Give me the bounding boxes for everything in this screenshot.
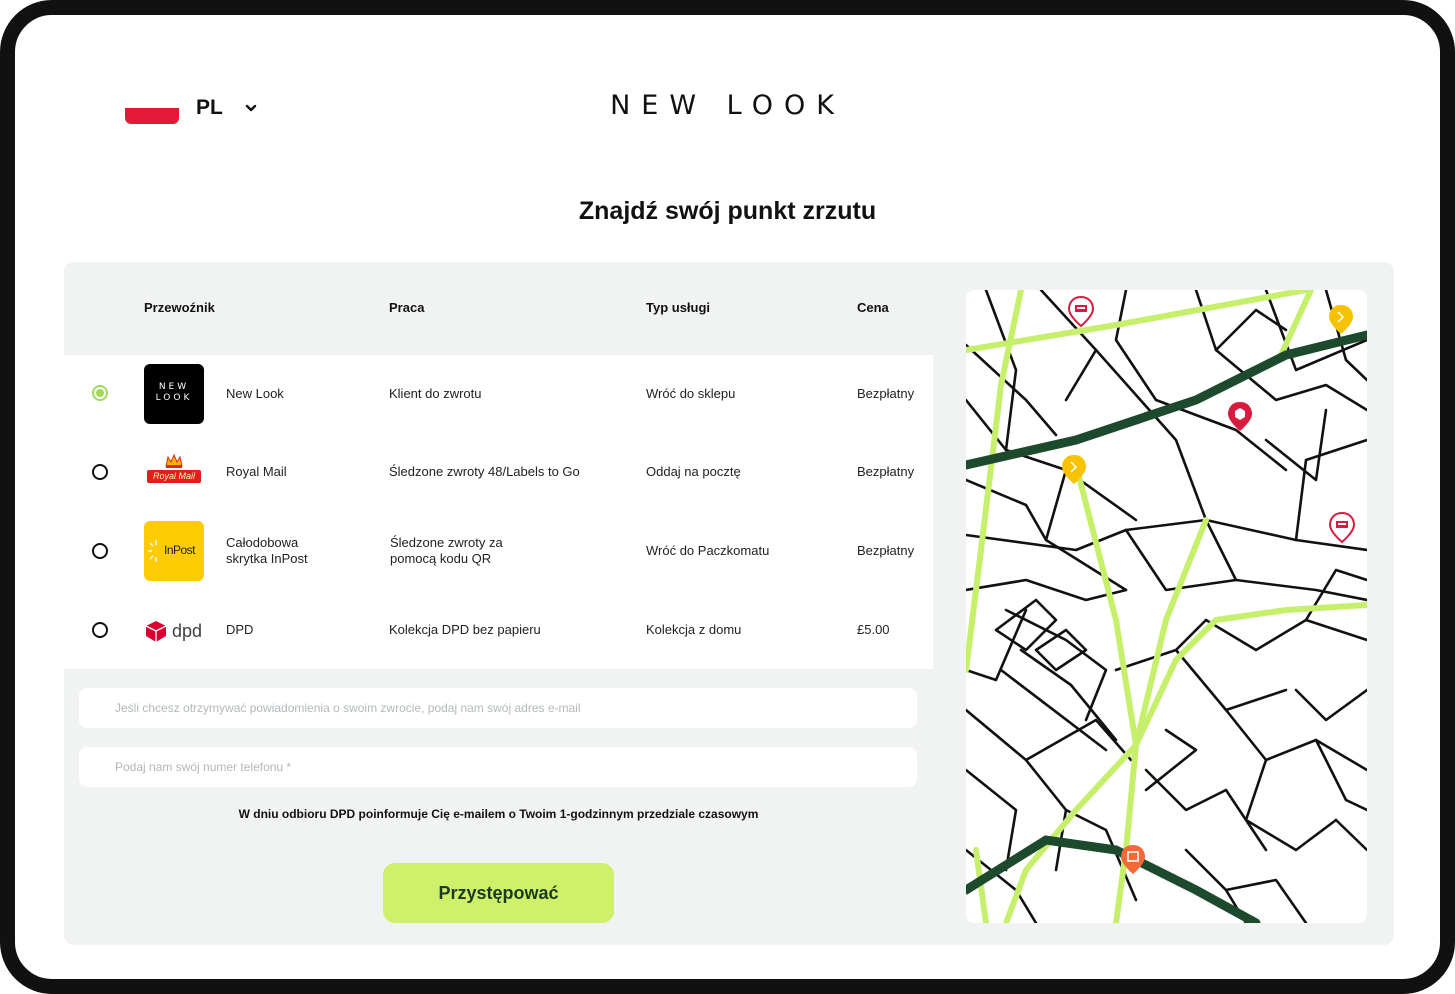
logo-text-line2: LOOK [155, 393, 193, 403]
logo-text-line1: NEW [158, 382, 190, 392]
header-carrier: Przewoźnik [144, 300, 215, 315]
royal-mail-wordmark: Royal Mail [147, 470, 201, 483]
carrier-name-line1: Całodobowa [226, 535, 299, 550]
phone-field[interactable] [79, 747, 917, 787]
service-type: Wróć do Paczkomatu [646, 543, 770, 558]
price: £5.00 [857, 622, 890, 637]
language-code: PL [196, 96, 223, 119]
price: Bezpłatny [857, 386, 915, 401]
carrier-name: Całodobowa skrytka InPost [226, 535, 308, 567]
carrier-row-dpd[interactable]: dpd DPD Kolekcja DPD bez papieru Kolekcj… [64, 591, 933, 669]
carrier-name: Royal Mail [226, 464, 287, 479]
carrier-name-line2: skrytka InPost [226, 551, 308, 566]
drop-off-map[interactable] [966, 290, 1367, 923]
work-description-line2: pomocą kodu QR [390, 551, 492, 566]
dpd-notice: W dniu odbioru DPD poinformuje Cię e-mai… [238, 807, 759, 821]
work-description: Śledzone zwroty 48/Labels to Go [389, 464, 580, 479]
page-title: Znajdź swój punkt zrzutu [578, 197, 877, 225]
radio-inpost[interactable] [92, 543, 108, 559]
inpost-logo: InPost [144, 521, 204, 581]
new-look-logo: NEW LOOK [144, 364, 204, 424]
carrier-name: New Look [226, 386, 284, 401]
header-price: Cena [857, 300, 889, 315]
work-description: Kolekcja DPD bez papieru [389, 622, 541, 637]
service-type: Kolekcja z domu [646, 622, 742, 637]
royal-mail-logo: Royal Mail [144, 442, 204, 502]
carrier-list: NEW LOOK New Look Klient do zwrotu Wróć … [64, 355, 933, 669]
proceed-button[interactable]: Przystępować [383, 863, 614, 923]
map-canvas[interactable] [966, 290, 1367, 923]
post-box-pin[interactable] [1067, 295, 1095, 328]
inpost-locker-pin[interactable] [1329, 305, 1353, 334]
header-service-type: Typ usługi [646, 300, 711, 315]
work-description-line1: Śledzone zwroty za [390, 535, 503, 550]
price: Bezpłatny [857, 464, 915, 479]
header-work: Praca [389, 300, 425, 315]
chevron-down-icon [245, 104, 257, 112]
carrier-name: DPD [226, 622, 254, 637]
email-field[interactable] [79, 688, 917, 728]
radio-new-look[interactable] [92, 385, 108, 401]
work-description: Klient do zwrotu [389, 386, 482, 401]
device-frame: PL NEW LOOK Znajdź swój punkt zrzutu Prz… [0, 0, 1455, 994]
carrier-row-new-look[interactable]: NEW LOOK New Look Klient do zwrotu Wróć … [64, 355, 933, 433]
service-type: Wróć do sklepu [646, 386, 736, 401]
carrier-row-royal-mail[interactable]: Royal Mail Royal Mail Śledzone zwroty 48… [64, 433, 933, 511]
language-selector[interactable]: PL [125, 92, 257, 124]
service-type: Oddaj na pocztę [646, 464, 741, 479]
radio-dpd[interactable] [92, 622, 108, 638]
carrier-row-inpost[interactable]: InPost Całodobowa skrytka InPost Śledzon… [64, 512, 933, 590]
price: Bezpłatny [857, 543, 915, 558]
inpost-wordmark: InPost [164, 543, 196, 557]
dpd-parcel-pin[interactable] [1228, 402, 1252, 431]
app-screen: PL NEW LOOK Znajdź swój punkt zrzutu Prz… [15, 15, 1440, 979]
post-box-pin[interactable] [1328, 511, 1356, 544]
work-description: Śledzone zwroty za pomocą kodu QR [390, 535, 503, 567]
brand-logo[interactable]: NEW LOOK [560, 90, 895, 121]
poland-flag-icon [125, 92, 179, 124]
radio-royal-mail[interactable] [92, 464, 108, 480]
dpd-logo: dpd [144, 600, 204, 660]
dpd-wordmark: dpd [172, 621, 203, 641]
